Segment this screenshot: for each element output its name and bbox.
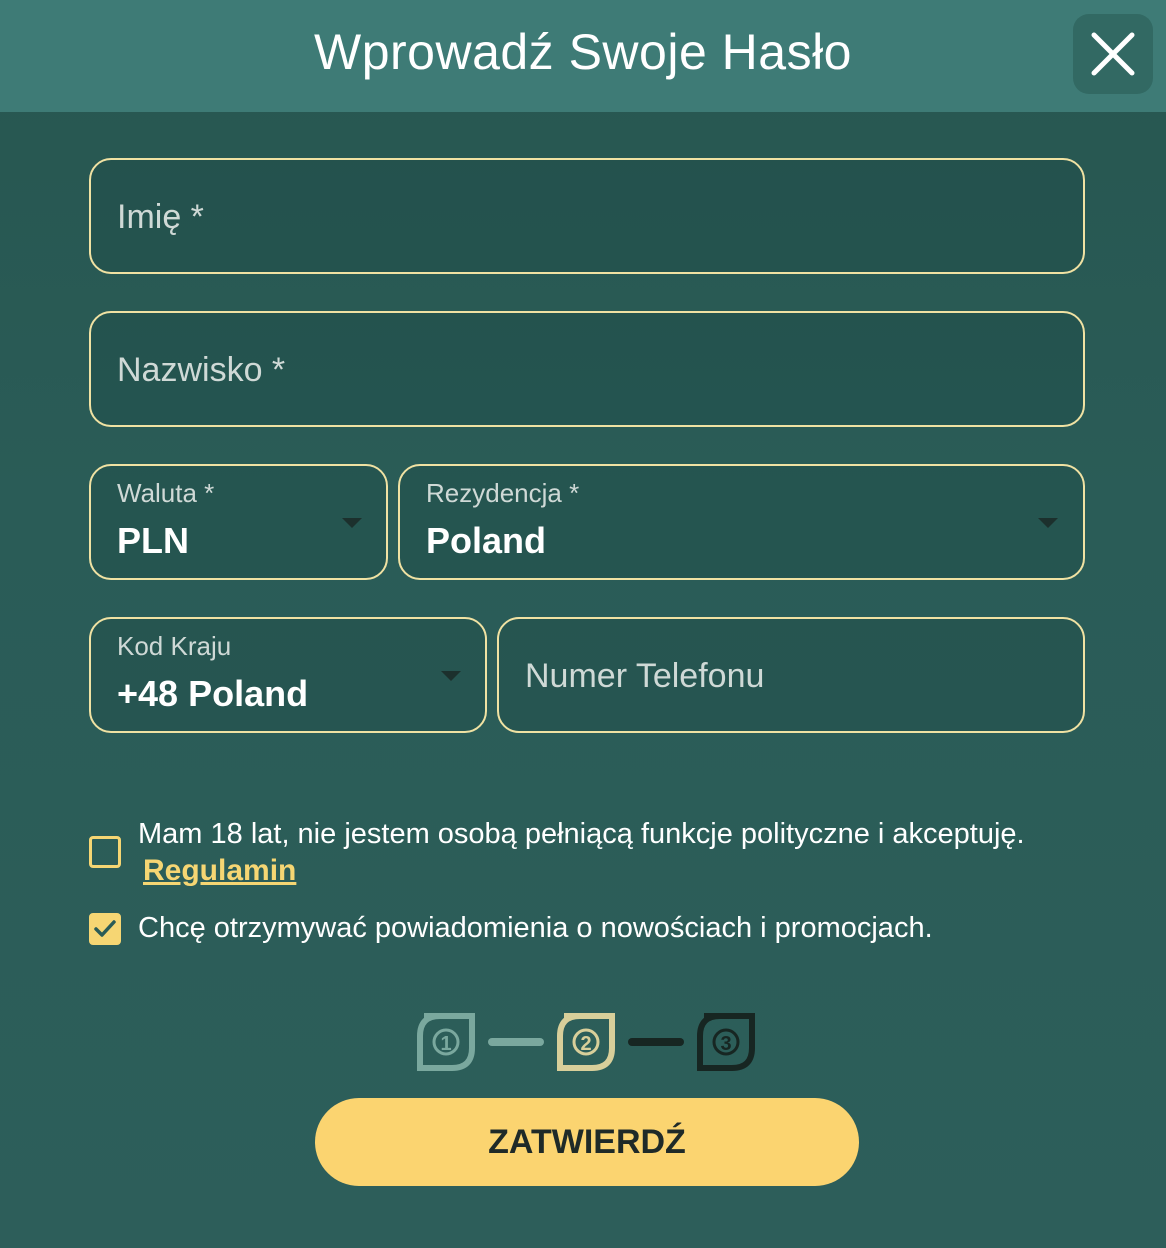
country-code-label: Kod Kraju [117, 631, 232, 661]
modal-header: Wprowadź Swoje Hasło [0, 0, 1166, 112]
chevron-down-icon [1038, 518, 1058, 528]
step-connector [488, 1038, 544, 1046]
step-3-label: 3 [720, 1033, 731, 1055]
close-button[interactable] [1073, 14, 1153, 94]
checkmark-icon [94, 920, 116, 937]
close-icon [1091, 32, 1135, 76]
currency-select[interactable]: Waluta * PLN [89, 464, 388, 580]
newsletter-text: Chcę otrzymywać powiadomienia o nowościa… [138, 912, 933, 944]
currency-value: PLN [117, 520, 189, 561]
phone-placeholder: Numer Telefonu [525, 657, 765, 695]
last-name-placeholder: Nazwisko * [117, 351, 286, 389]
step-2-label: 2 [580, 1033, 591, 1055]
newsletter-checkbox[interactable] [89, 913, 121, 945]
first-name-placeholder: Imię * [117, 198, 204, 236]
step-1-label: 1 [440, 1033, 451, 1055]
step-indicator: 1 2 3 [414, 1010, 760, 1074]
residence-value: Poland [426, 520, 547, 561]
submit-button[interactable]: ZATWIERDŹ [315, 1098, 859, 1186]
phone-input[interactable]: Numer Telefonu [497, 617, 1085, 733]
step-3-icon: 3 [697, 1013, 755, 1071]
terms-checkbox[interactable] [89, 836, 121, 868]
country-code-select[interactable]: Kod Kraju +48 Poland [89, 617, 487, 733]
country-code-value: +48 Poland [117, 673, 309, 714]
residence-select[interactable]: Rezydencja * Poland [398, 464, 1085, 580]
chevron-down-icon [342, 518, 362, 528]
step-1-icon: 1 [417, 1013, 475, 1071]
modal-title: Wprowadź Swoje Hasło [314, 24, 852, 80]
chevron-down-icon [441, 671, 461, 681]
currency-label: Waluta * [117, 478, 215, 508]
step-connector [628, 1038, 684, 1046]
terms-link[interactable]: Regulamin [143, 854, 296, 888]
first-name-input[interactable]: Imię * [89, 158, 1085, 274]
step-2-icon: 2 [557, 1013, 615, 1071]
terms-text: Mam 18 lat, nie jestem osobą pełniącą fu… [138, 818, 1025, 850]
residence-label: Rezydencja * [426, 478, 580, 508]
last-name-input[interactable]: Nazwisko * [89, 311, 1085, 427]
